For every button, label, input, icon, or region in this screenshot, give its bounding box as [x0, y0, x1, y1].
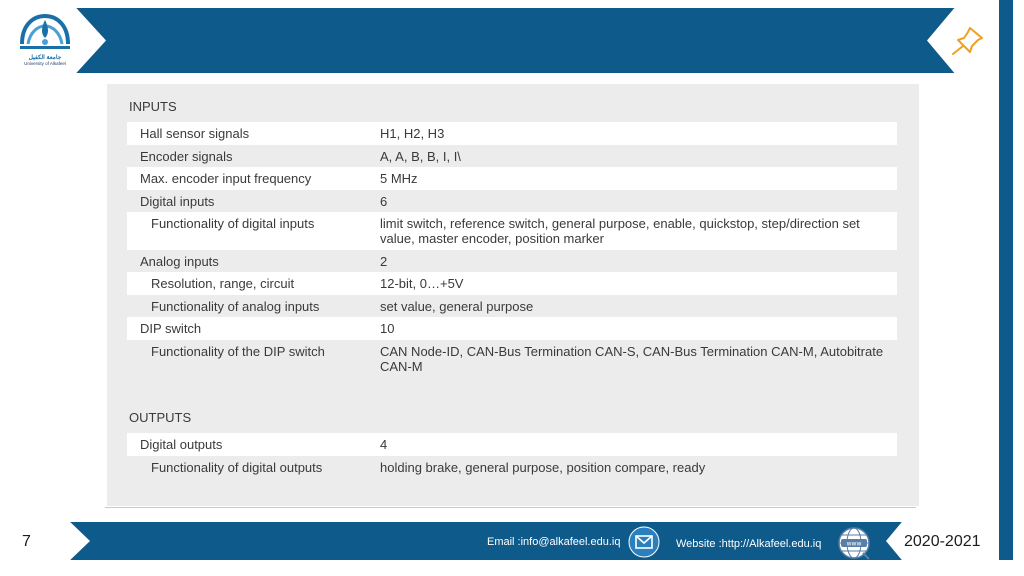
page-number: 7	[22, 533, 31, 550]
row-label: Functionality of analog inputs	[151, 299, 320, 314]
table-row: Functionality of digital outputs holding…	[127, 456, 897, 478]
specs-panel: INPUTS Hall sensor signals H1, H2, H3 En…	[107, 84, 919, 506]
row-label: Digital outputs	[140, 437, 223, 452]
bottom-strip	[0, 560, 1024, 576]
right-edge-bar	[999, 0, 1013, 576]
row-label: Analog inputs	[140, 254, 219, 269]
header-bar	[0, 8, 999, 73]
university-logo: جامعة الكفيل University of Alkafeel	[14, 10, 76, 70]
year-label: 2020-2021	[904, 533, 981, 550]
table-row: Encoder signals A, A, B, B, I, I\	[127, 145, 897, 167]
row-value: A, A, B, B, I, I\	[380, 149, 461, 164]
table-row: Digital inputs 6	[127, 190, 897, 212]
row-value: 10	[380, 321, 395, 336]
row-value: 4	[380, 437, 388, 452]
table-row: Analog inputs 2	[127, 250, 897, 272]
table-row: Digital outputs 4	[127, 433, 897, 456]
row-value: limit switch, reference switch, general …	[380, 216, 860, 246]
divider	[105, 507, 916, 508]
logo-text-english: University of Alkafeel	[24, 61, 66, 66]
row-label: Functionality of digital inputs	[151, 216, 315, 231]
row-label: DIP switch	[140, 321, 202, 336]
table-row: Hall sensor signals H1, H2, H3	[127, 122, 897, 145]
pushpin-icon	[952, 27, 983, 55]
logo-emblem-icon	[20, 13, 70, 49]
table-row: Max. encoder input frequency 5 MHz	[127, 167, 897, 190]
row-value: set value, general purpose	[380, 299, 534, 314]
table-row: Functionality of analog inputs set value…	[127, 295, 897, 317]
row-label: Functionality of digital outputs	[151, 460, 323, 475]
row-label: Hall sensor signals	[140, 126, 250, 141]
table-row: Functionality of digital inputs limit sw…	[127, 212, 897, 250]
row-label: Functionality of the DIP switch	[151, 344, 325, 359]
row-value: CAN Node-ID, CAN-Bus Termination CAN-S, …	[380, 344, 884, 374]
inputs-heading: INPUTS	[129, 99, 177, 114]
email-link[interactable]: Email :info@alkafeel.edu.iq	[487, 536, 620, 548]
globe-www-icon[interactable]: www	[836, 525, 872, 561]
table-row: Resolution, range, circuit 12-bit, 0…+5V	[127, 272, 897, 295]
row-label: Resolution, range, circuit	[151, 276, 295, 291]
row-value: 12-bit, 0…+5V	[380, 276, 464, 291]
outputs-heading: OUTPUTS	[129, 410, 192, 425]
row-value: 6	[380, 194, 388, 209]
website-link[interactable]: Website :http://Alkafeel.edu.iq	[676, 538, 821, 550]
table-row: Functionality of the DIP switch CAN Node…	[127, 340, 897, 378]
row-label: Max. encoder input frequency	[140, 171, 312, 186]
row-value: holding brake, general purpose, position…	[380, 460, 706, 475]
table-row: DIP switch 10	[127, 317, 897, 340]
row-value: H1, H2, H3	[380, 126, 445, 141]
row-label: Encoder signals	[140, 149, 233, 164]
row-value: 2	[380, 254, 388, 269]
logo-text-arabic: جامعة الكفيل	[28, 55, 62, 61]
row-value: 5 MHz	[380, 171, 418, 186]
svg-text:www: www	[847, 541, 862, 548]
envelope-icon[interactable]	[628, 526, 660, 558]
row-label: Digital inputs	[140, 194, 215, 209]
